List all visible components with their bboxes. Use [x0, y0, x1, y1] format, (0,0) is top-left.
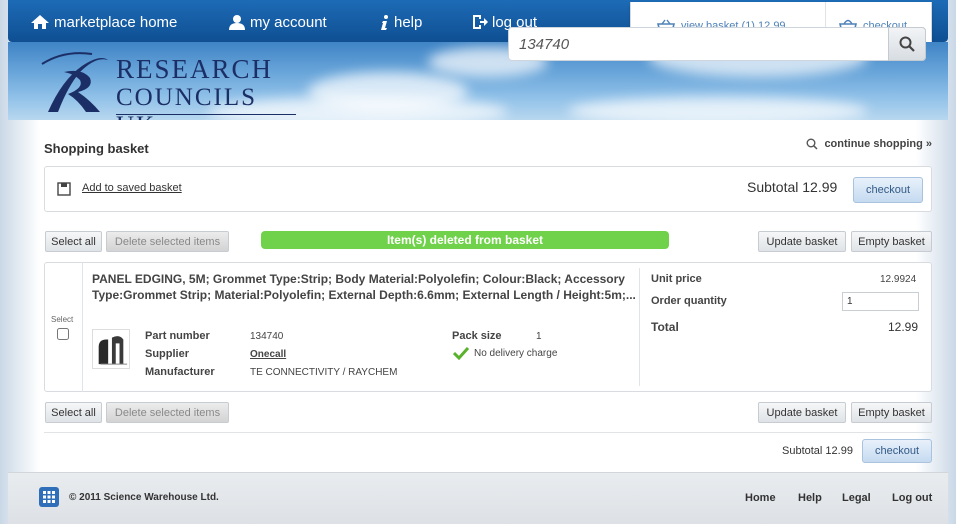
- my-account-label: my account: [250, 13, 327, 31]
- select-all-button-bottom[interactable]: Select all: [45, 402, 102, 423]
- order-quantity-label: Order quantity: [651, 295, 727, 307]
- update-basket-button-bottom[interactable]: Update basket: [758, 402, 846, 423]
- save-disk-icon: [57, 182, 71, 196]
- saved-basket-bar: Add to saved basket Subtotal 12.99 check…: [44, 166, 932, 212]
- search-icon: [806, 138, 818, 150]
- cloud-decoration: [568, 97, 868, 120]
- unit-price-label: Unit price: [651, 273, 702, 285]
- footer-home-link[interactable]: Home: [745, 492, 776, 504]
- footer-legal-link[interactable]: Legal: [842, 492, 871, 504]
- total-label: Total: [651, 320, 679, 334]
- bottom-divider: [44, 432, 932, 433]
- log-out-icon: [473, 15, 488, 29]
- footer: © 2011 Science Warehouse Ltd. Home Help …: [8, 472, 948, 524]
- copyright: © 2011 Science Warehouse Ltd.: [69, 492, 219, 503]
- select-column-divider: [82, 262, 83, 392]
- update-basket-button-top[interactable]: Update basket: [758, 231, 846, 252]
- subtotal-bottom: Subtotal 12.99: [782, 445, 853, 457]
- search-input[interactable]: [508, 27, 926, 61]
- pack-size-value: 1: [536, 331, 542, 342]
- empty-basket-button-bottom[interactable]: Empty basket: [851, 402, 932, 423]
- help-link[interactable]: help: [378, 12, 422, 32]
- order-quantity-input[interactable]: [842, 292, 919, 311]
- research-councils-logo[interactable]: RESEARCH COUNCILS UK: [30, 50, 300, 120]
- marketplace-home-label: marketplace home: [54, 13, 178, 31]
- part-number-label: Part number: [145, 330, 210, 342]
- footer-help-link[interactable]: Help: [798, 492, 822, 504]
- check-icon: [453, 346, 469, 360]
- logo-swoosh-icon: [41, 52, 108, 112]
- page-title: Shopping basket: [44, 141, 149, 156]
- product-thumbnail[interactable]: [92, 329, 130, 369]
- subtotal-top: Subtotal 12.99: [747, 179, 838, 195]
- user-icon: [229, 15, 245, 30]
- delete-selected-button-bottom[interactable]: Delete selected items: [106, 402, 229, 423]
- footer-log-out-link[interactable]: Log out: [892, 492, 932, 504]
- checkout-button-top[interactable]: checkout: [853, 177, 923, 203]
- unit-price-value: 12.9924: [880, 274, 917, 285]
- continue-shopping-link[interactable]: continue shopping »: [806, 138, 932, 150]
- deleted-notice: Item(s) deleted from basket: [261, 231, 669, 249]
- empty-basket-button-top[interactable]: Empty basket: [851, 231, 932, 252]
- grid-logo-icon: [39, 487, 59, 507]
- manufacturer-label: Manufacturer: [145, 366, 215, 378]
- delete-selected-button-top[interactable]: Delete selected items: [106, 231, 229, 252]
- pack-size-label: Pack size: [452, 330, 502, 342]
- add-to-saved-basket-link[interactable]: Add to saved basket: [82, 182, 182, 194]
- checkout-button-bottom[interactable]: checkout: [862, 439, 932, 463]
- marketplace-home-link[interactable]: marketplace home: [30, 12, 177, 32]
- search-button[interactable]: [888, 27, 926, 61]
- select-label: Select: [51, 315, 74, 324]
- my-account-link[interactable]: my account: [228, 12, 327, 32]
- home-icon: [31, 15, 49, 29]
- continue-shopping-label: continue shopping »: [824, 138, 932, 150]
- select-all-button-top[interactable]: Select all: [45, 231, 102, 252]
- supplier-link[interactable]: Onecall: [250, 349, 286, 360]
- logo-line-1: RESEARCH: [116, 54, 274, 84]
- supplier-label: Supplier: [145, 348, 190, 360]
- logo-underline: [116, 114, 296, 115]
- help-label: help: [394, 13, 423, 31]
- manufacturer-value: TE CONNECTIVITY / RAYCHEM: [250, 367, 398, 378]
- delivery-note: No delivery charge: [474, 348, 558, 359]
- search-icon: [899, 36, 915, 52]
- part-number-value: 134740: [250, 331, 284, 342]
- item-title[interactable]: PANEL EDGING, 5M; Grommet Type:Strip; Bo…: [92, 271, 642, 303]
- item-select-checkbox[interactable]: [57, 328, 69, 340]
- total-value: 12.99: [888, 320, 919, 334]
- info-icon: [381, 15, 388, 30]
